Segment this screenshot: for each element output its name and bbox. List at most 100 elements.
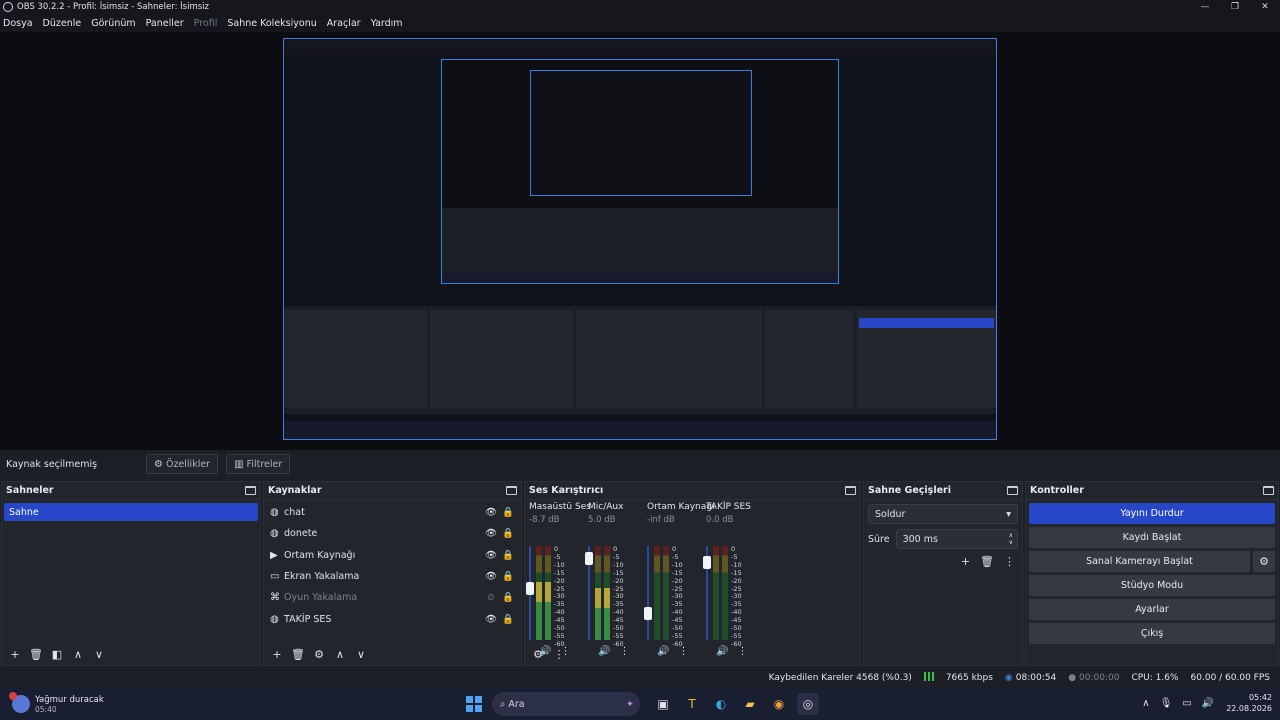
unlock-icon[interactable]: 🔒 <box>501 592 515 603</box>
scene-filters-icon[interactable]: ◧ <box>48 645 66 663</box>
mixer-title: Ses Karıştırıcı <box>529 485 604 496</box>
start-virtual-camera-button[interactable]: Sanal Kamerayı Başlat <box>1029 551 1250 572</box>
menu-dosya[interactable]: Dosya <box>3 18 33 29</box>
source-row[interactable]: ◍ donete 👁 🔒 <box>264 523 521 544</box>
volume-slider[interactable] <box>526 546 534 640</box>
network-icon[interactable]: ▭ <box>1182 698 1191 709</box>
microphone-icon[interactable]: 🎙 <box>1160 698 1173 709</box>
menu-sahne-koleksiyonu[interactable]: Sahne Koleksiyonu <box>227 18 316 29</box>
menu-profil[interactable]: Profil <box>194 18 218 29</box>
add-source-icon[interactable]: + <box>268 645 286 663</box>
volume-knob[interactable] <box>703 556 711 569</box>
search-icon: ⌕ <box>500 698 506 710</box>
volume-knob[interactable] <box>526 582 534 595</box>
virtual-camera-settings-icon[interactable]: ⚙ <box>1253 551 1275 572</box>
filters-button[interactable]: ▥ Filtreler <box>226 454 291 474</box>
mixer-menu-icon[interactable]: ⋮ <box>550 645 568 663</box>
clock[interactable]: 05:42 22.08.2026 <box>1226 692 1272 714</box>
undock-icon[interactable] <box>1007 486 1018 495</box>
level-meter-right <box>663 546 669 640</box>
close-icon[interactable]: ✕ <box>1250 0 1280 14</box>
source-row[interactable]: ▭ Ekran Yakalama 👁 🔒 <box>264 566 521 587</box>
source-row[interactable]: ⌘ Oyun Yakalama ⊘ 🔒 <box>264 587 521 608</box>
transition-menu-icon[interactable]: ⋮ <box>1004 555 1015 568</box>
eye-icon[interactable]: 👁 <box>484 614 498 625</box>
remove-transition-icon[interactable]: 🗑 <box>980 555 994 568</box>
source-properties-icon[interactable]: ⚙ <box>310 645 328 663</box>
stream-icon: ◉ <box>1004 673 1013 683</box>
menu-gorunum[interactable]: Görünüm <box>91 18 135 29</box>
chrome-icon[interactable]: ◉ <box>768 693 790 715</box>
eye-icon[interactable]: 👁 <box>484 528 498 539</box>
volume-slider[interactable] <box>644 546 652 640</box>
fps: 60.00 / 60.00 FPS <box>1190 673 1270 683</box>
volume-knob[interactable] <box>585 552 593 565</box>
channel-db: 5.0 dB <box>588 515 616 525</box>
menu-yardim[interactable]: Yardım <box>371 18 403 29</box>
eye-off-icon[interactable]: ⊘ <box>484 592 498 603</box>
tray-chevron-up-icon[interactable]: ∧ <box>1142 698 1149 709</box>
menu-bar: Dosya Düzenle Görünüm Paneller Profil Sa… <box>0 14 1280 32</box>
edge-icon[interactable]: ◐ <box>710 693 732 715</box>
app-t-icon[interactable]: T <box>681 693 703 715</box>
window-title: OBS 30.2.2 - Profil: İsimsiz - Sahneler:… <box>17 2 209 12</box>
eye-icon[interactable]: 👁 <box>484 571 498 582</box>
undock-icon[interactable] <box>506 486 517 495</box>
taskbar-user-widget[interactable]: Yağmur duracak 05:40 <box>9 692 172 714</box>
windows-start-icon[interactable] <box>466 696 482 712</box>
status-bar: Kaybedilen Kareler 4568 (%0.3) 7665 kbps… <box>0 668 1280 688</box>
menu-duzenle[interactable]: Düzenle <box>43 18 82 29</box>
settings-button[interactable]: Ayarlar <box>1029 599 1275 620</box>
undock-icon[interactable] <box>245 486 256 495</box>
no-source-label: Kaynak seçilmemiş <box>6 458 98 470</box>
advanced-audio-icon[interactable]: ⚙ <box>529 645 547 663</box>
move-down-icon[interactable]: ∨ <box>90 645 108 663</box>
lock-icon[interactable]: 🔒 <box>501 550 515 561</box>
source-row[interactable]: ▶ Ortam Kaynağı 👁 🔒 <box>264 545 521 566</box>
eye-icon[interactable]: 👁 <box>484 550 498 561</box>
studio-mode-button[interactable]: Stüdyo Modu <box>1029 575 1275 596</box>
properties-button[interactable]: ⚙ Özellikler <box>146 454 219 474</box>
exit-button[interactable]: Çıkış <box>1029 623 1275 644</box>
volume-slider[interactable] <box>703 546 711 640</box>
source-row[interactable]: ◍ chat 👁 🔒 <box>264 502 521 523</box>
task-view-icon[interactable]: ▣ <box>652 693 674 715</box>
stop-stream-button[interactable]: Yayını Durdur <box>1029 503 1275 524</box>
stream-time: 08:00:54 <box>1015 673 1057 683</box>
menu-araclar[interactable]: Araçlar <box>327 18 361 29</box>
lock-icon[interactable]: 🔒 <box>501 507 515 518</box>
move-up-icon[interactable]: ∧ <box>69 645 87 663</box>
channel-db: -inf dB <box>647 515 675 525</box>
eye-icon[interactable]: 👁 <box>484 507 498 518</box>
taskbar-search[interactable]: ⌕ Ara ✦ <box>492 692 640 716</box>
level-meter-left <box>536 546 542 640</box>
transition-select[interactable]: Soldur ▾ <box>868 504 1018 524</box>
gear-icon: ⚙ <box>154 458 163 470</box>
obs-taskbar-icon[interactable]: ◎ <box>797 693 819 715</box>
scene-item[interactable]: Sahne <box>4 503 258 521</box>
move-down-icon[interactable]: ∨ <box>352 645 370 663</box>
preview-canvas[interactable] <box>283 38 997 440</box>
undock-icon[interactable] <box>1263 486 1274 495</box>
spin-icon[interactable]: ∧ ∨ <box>1009 532 1013 546</box>
add-transition-icon[interactable]: + <box>961 555 970 568</box>
duration-field[interactable]: 300 ms ∧ ∨ <box>895 529 1018 549</box>
volume-knob[interactable] <box>644 607 652 620</box>
remove-scene-icon[interactable]: 🗑 <box>27 645 45 663</box>
unlock-icon[interactable]: 🔒 <box>501 571 515 582</box>
menu-paneller[interactable]: Paneller <box>146 18 184 29</box>
start-recording-button[interactable]: Kaydı Başlat <box>1029 527 1275 548</box>
source-row[interactable]: ◍ TAKİP SES 👁 🔒 <box>264 608 521 629</box>
maximize-icon[interactable]: ❐ <box>1220 0 1250 14</box>
volume-icon[interactable]: 🔊 <box>1202 698 1214 709</box>
file-explorer-icon[interactable]: ▰ <box>739 693 761 715</box>
minimize-icon[interactable]: — <box>1190 0 1220 14</box>
remove-source-icon[interactable]: 🗑 <box>289 645 307 663</box>
browser-icon: ◍ <box>270 507 279 519</box>
volume-slider[interactable] <box>585 546 593 640</box>
undock-icon[interactable] <box>845 486 856 495</box>
lock-icon[interactable]: 🔒 <box>501 528 515 539</box>
lock-icon[interactable]: 🔒 <box>501 614 515 625</box>
add-scene-icon[interactable]: + <box>6 645 24 663</box>
move-up-icon[interactable]: ∧ <box>331 645 349 663</box>
